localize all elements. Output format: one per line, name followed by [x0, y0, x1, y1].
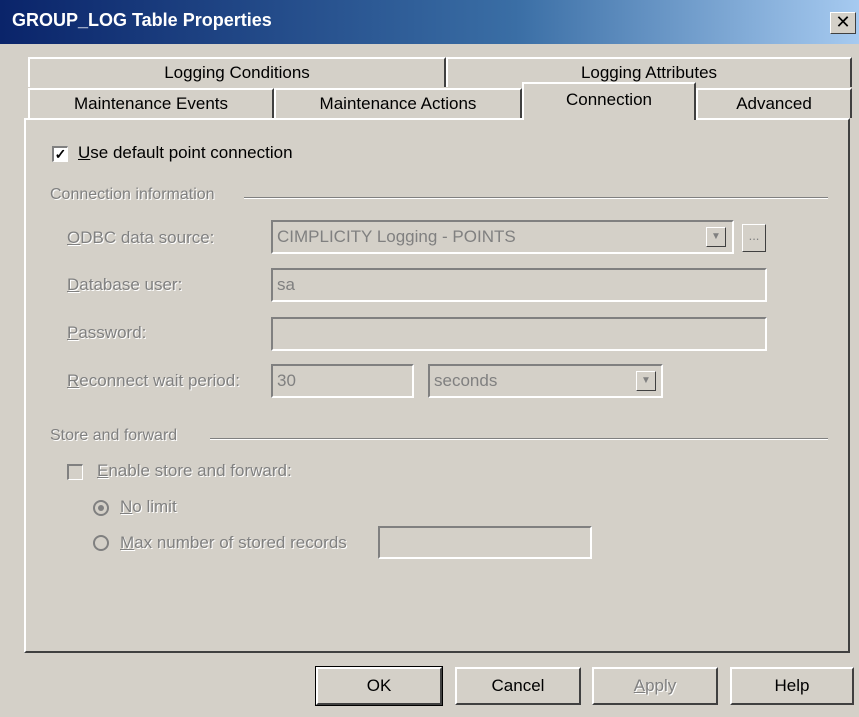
reconnect-period-field[interactable]: 30	[271, 364, 414, 398]
help-button[interactable]: Help	[730, 667, 854, 705]
tab-maintenance-events[interactable]: Maintenance Events	[28, 88, 274, 118]
use-default-label-text: se default point connection	[90, 143, 293, 162]
close-icon: ✕	[835, 12, 851, 32]
db-user-field[interactable]: sa	[271, 268, 767, 302]
odbc-dropdown-arrow-icon[interactable]: ▼	[706, 227, 726, 247]
odbc-data-source-select[interactable]: CIMPLICITY Logging - POINTS	[271, 220, 734, 254]
tab-advanced[interactable]: Advanced	[696, 88, 852, 118]
browse-label: ...	[748, 228, 760, 243]
store-forward-group-label: Store and forward	[50, 427, 178, 444]
cancel-button[interactable]: Cancel	[455, 667, 581, 705]
window-title: GROUP_LOG Table Properties	[12, 10, 272, 30]
enable-store-forward-text: nable store and forward:	[108, 461, 292, 480]
password-label: Password:	[67, 323, 147, 342]
close-button[interactable]: ✕	[830, 12, 856, 34]
tab-label: Logging Attributes	[580, 63, 718, 82]
reconnect-unit-select[interactable]: seconds	[428, 364, 663, 398]
max-records-radio[interactable]	[93, 535, 109, 551]
use-default-checkbox[interactable]: ✓	[52, 146, 68, 162]
enable-store-forward-checkbox[interactable]	[67, 464, 83, 480]
store-forward-divider	[210, 438, 828, 440]
tab-label: Logging Conditions	[164, 63, 310, 82]
enable-store-forward-label[interactable]: Enable store and forward:	[97, 461, 292, 481]
odbc-label: ODBC data source:	[67, 228, 215, 247]
tab-label: Connection	[565, 90, 652, 109]
no-limit-label[interactable]: No limit	[120, 497, 177, 517]
no-limit-radio[interactable]	[93, 500, 109, 516]
reconnect-label: Reconnect wait period:	[67, 371, 240, 390]
reconnect-unit-value: seconds	[434, 371, 498, 390]
max-records-text: ax number of stored records	[134, 533, 347, 552]
use-default-label[interactable]: Use default point connection	[78, 143, 293, 163]
reconnect-value: 30	[277, 371, 296, 390]
tab-label: Maintenance Events	[73, 94, 229, 113]
ok-button[interactable]: OK	[315, 666, 443, 706]
password-field[interactable]	[271, 317, 767, 351]
odbc-browse-button[interactable]: ...	[742, 224, 766, 252]
tab-label: Maintenance Actions	[319, 94, 477, 113]
db-user-value: sa	[277, 275, 295, 294]
max-records-field[interactable]	[378, 526, 592, 559]
odbc-value: CIMPLICITY Logging - POINTS	[277, 227, 516, 246]
tab-label: Advanced	[736, 94, 812, 113]
unit-dropdown-arrow-icon[interactable]: ▼	[636, 371, 656, 391]
connection-info-group-label: Connection information	[50, 186, 215, 203]
tab-maintenance-actions[interactable]: Maintenance Actions	[274, 88, 522, 118]
radio-selected-dot	[98, 505, 104, 511]
tab-connection[interactable]: Connection	[522, 82, 696, 120]
db-user-label: Database user:	[67, 275, 183, 294]
max-records-label[interactable]: Max number of stored records	[120, 533, 347, 553]
connection-group-divider	[244, 197, 828, 199]
no-limit-text: o limit	[132, 497, 177, 516]
tab-logging-conditions[interactable]: Logging Conditions	[28, 57, 446, 87]
apply-button[interactable]: Apply	[592, 667, 718, 705]
